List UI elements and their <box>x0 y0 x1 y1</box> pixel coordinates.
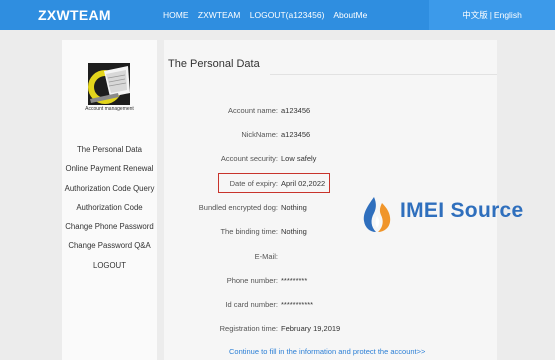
page-title: The Personal Data <box>168 58 260 70</box>
nav-aboutme[interactable]: AboutMe <box>333 10 367 20</box>
field-value: Low safely <box>281 154 317 163</box>
sidebar-item-auth-code-query[interactable]: Authorization Code Query <box>62 184 157 203</box>
field-email: E-Mail: <box>164 252 497 264</box>
sidebar-menu: The Personal Data Online Payment Renewal… <box>62 145 157 280</box>
sidebar-item-payment-renewal[interactable]: Online Payment Renewal <box>62 164 157 183</box>
lang-separator: | <box>489 10 492 20</box>
field-value: a123456 <box>281 106 311 115</box>
sidebar-item-change-password-qa[interactable]: Change Password Q&A <box>62 241 157 260</box>
field-label: Account security: <box>220 154 278 163</box>
field-account-name: Account name: a123456 <box>164 106 497 118</box>
expiry-highlight-box <box>218 173 330 193</box>
field-label: Id card number: <box>225 300 278 309</box>
sidebar-item-personal-data[interactable]: The Personal Data <box>62 145 157 164</box>
nav-logout[interactable]: LOGOUT(a123456) <box>250 10 325 20</box>
language-switcher: 中文版 | English <box>429 0 555 30</box>
flame-drop-icon <box>363 197 391 232</box>
field-label: The binding time: <box>220 227 278 236</box>
field-value: *********** <box>281 300 314 309</box>
brand-logo[interactable]: ZXWTEAM <box>38 7 111 23</box>
nav-zxwteam[interactable]: ZXWTEAM <box>198 10 241 20</box>
continue-fill-info-link[interactable]: Continue to fill in the information and … <box>229 347 425 356</box>
nav-home[interactable]: HOME <box>163 10 189 20</box>
sidebar-item-change-phone-password[interactable]: Change Phone Password <box>62 222 157 241</box>
lang-chinese[interactable]: 中文版 <box>462 10 488 20</box>
top-nav: HOME ZXWTEAM LOGOUT(a123456) AboutMe <box>163 10 374 20</box>
field-label: Phone number: <box>226 276 278 285</box>
field-label: E-Mail: <box>254 252 278 261</box>
field-id-card: Id card number: *********** <box>164 300 497 312</box>
field-registration-time: Registration time: February 19,2019 <box>164 324 497 336</box>
watermark-text: IMEI Source <box>400 199 524 222</box>
field-value: Nothing <box>281 203 307 212</box>
sidebar-item-logout[interactable]: LOGOUT <box>62 261 157 280</box>
sidebar: Account management The Personal Data Onl… <box>62 40 157 360</box>
field-date-of-expiry: Date of expiry: April 02,2022 <box>164 179 497 191</box>
field-label: Bundled encrypted dog: <box>198 203 278 212</box>
field-value: a123456 <box>281 130 311 139</box>
field-nickname: NickName: a123456 <box>164 130 497 142</box>
field-account-security: Account security: Low safely <box>164 154 497 166</box>
avatar <box>88 63 130 105</box>
account-avatar-icon <box>88 63 130 105</box>
field-phone-number: Phone number: ********* <box>164 276 497 288</box>
field-label: NickName: <box>241 130 278 139</box>
lang-english[interactable]: English <box>494 10 522 20</box>
field-value: February 19,2019 <box>281 324 341 333</box>
field-label: Account name: <box>227 106 278 115</box>
sidebar-item-auth-code[interactable]: Authorization Code <box>62 203 157 222</box>
field-value: ********* <box>281 276 308 285</box>
field-label: Registration time: <box>219 324 278 333</box>
field-value: Nothing <box>281 227 307 236</box>
title-divider <box>270 74 497 75</box>
account-management-label: Account management <box>85 106 134 112</box>
watermark-logo: IMEI Source <box>362 194 547 234</box>
top-navbar: ZXWTEAM HOME ZXWTEAM LOGOUT(a123456) Abo… <box>0 0 555 30</box>
